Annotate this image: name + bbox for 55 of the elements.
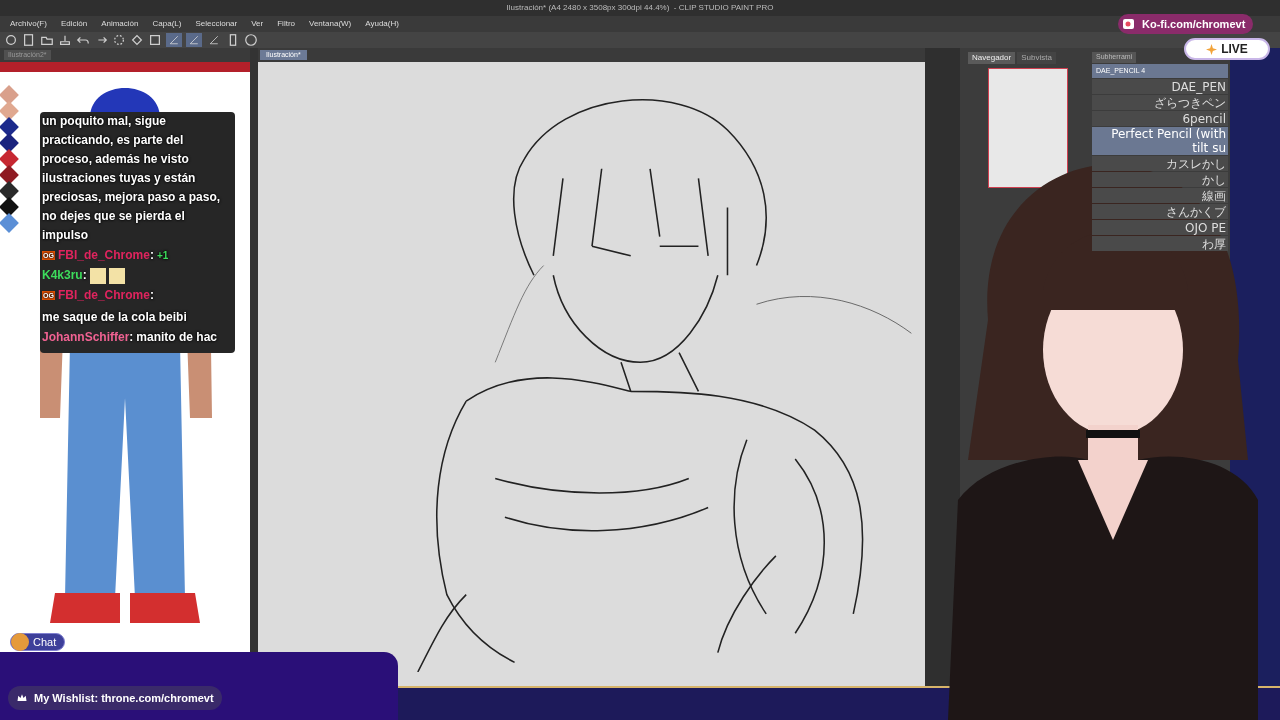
menu-item[interactable]: Ayuda(H) xyxy=(365,18,399,30)
brush-item[interactable]: OJO PE xyxy=(1092,220,1228,235)
color-swatch[interactable] xyxy=(0,117,19,137)
chat-separator: : xyxy=(149,247,154,264)
color-swatch[interactable] xyxy=(0,101,19,121)
pen-tool-button[interactable] xyxy=(186,33,202,47)
menu-item[interactable]: Filtro xyxy=(277,18,295,30)
sparkle-icon xyxy=(1206,43,1218,55)
pen-icon xyxy=(168,34,180,46)
wishlist-pill[interactable]: My Wishlist: throne.com/chromevt xyxy=(8,686,222,710)
emote-icon xyxy=(89,267,106,284)
chat-message: manito de hac xyxy=(136,329,218,346)
chat-label: Chat xyxy=(10,633,66,651)
brush-item[interactable]: カスレかし xyxy=(1092,156,1228,171)
loading-icon[interactable] xyxy=(112,33,126,47)
menu-item[interactable]: Archivo(F) xyxy=(10,18,47,30)
pen-tool-button[interactable] xyxy=(166,33,182,47)
color-swatch[interactable] xyxy=(0,133,19,153)
menu-item[interactable]: Ver xyxy=(251,18,264,30)
menu-item[interactable]: Ventana(W) xyxy=(309,18,352,30)
color-swatch[interactable] xyxy=(0,197,19,217)
brush-item[interactable]: DAE_PEN xyxy=(1092,79,1228,94)
brush-item[interactable]: さんかくブ xyxy=(1092,204,1228,219)
chat-separator: : xyxy=(129,329,134,346)
brush-item[interactable]: 6pencil xyxy=(1092,111,1228,126)
chat-username[interactable]: K4k3ru xyxy=(42,266,83,285)
emote-icon xyxy=(108,267,125,284)
brush-item[interactable]: わ厚 xyxy=(1092,236,1228,251)
brush-item[interactable]: かし xyxy=(1092,172,1228,187)
menu-item[interactable]: Seleccionar xyxy=(195,18,238,30)
panel-tab[interactable]: Navegador xyxy=(968,52,1016,64)
repost-emote: +1 xyxy=(156,249,169,263)
crown-icon xyxy=(16,692,28,704)
color-swatch[interactable] xyxy=(0,181,19,201)
live-badge: LIVE xyxy=(1184,38,1270,60)
color-swatch[interactable] xyxy=(0,149,19,169)
kofi-banner[interactable]: Ko-fi.com/chromevt xyxy=(1118,14,1254,34)
new-file-icon[interactable] xyxy=(22,33,36,47)
chat-separator: : xyxy=(149,287,154,304)
brush-item[interactable]: ざらつきペン xyxy=(1092,95,1228,110)
brush-item[interactable]: Perfect Pencil (with tilt su xyxy=(1092,127,1228,155)
window-title: Ilustración* (A4 2480 x 3508px 300dpi 44.4%) - CLIP STUDIO PAINT PRO xyxy=(506,2,774,14)
kofi-link[interactable]: Ko-fi.com/chromevt xyxy=(1142,15,1246,33)
menu-item[interactable]: Capa(L) xyxy=(152,18,182,30)
panel-tab[interactable]: Subvista xyxy=(1017,52,1056,64)
crop-icon[interactable] xyxy=(148,33,162,47)
chat-message: me saque de la cola beibi xyxy=(42,309,187,326)
chat-separator: : xyxy=(82,267,87,284)
chat-message: un poquito mal, sigue practicando, es parte del proceso, además he visto ilustraciones tuyas y están preciosas, mejora paso a paso, no dejes que se pierda el impulso xyxy=(42,113,222,244)
pen-icon xyxy=(208,34,220,46)
menu-item[interactable]: Animación xyxy=(101,18,139,30)
pen-icon xyxy=(188,34,200,46)
brush-item[interactable]: 線画 xyxy=(1092,188,1228,203)
menu-item[interactable]: Edición xyxy=(60,18,88,30)
color-swatch[interactable] xyxy=(0,165,19,185)
